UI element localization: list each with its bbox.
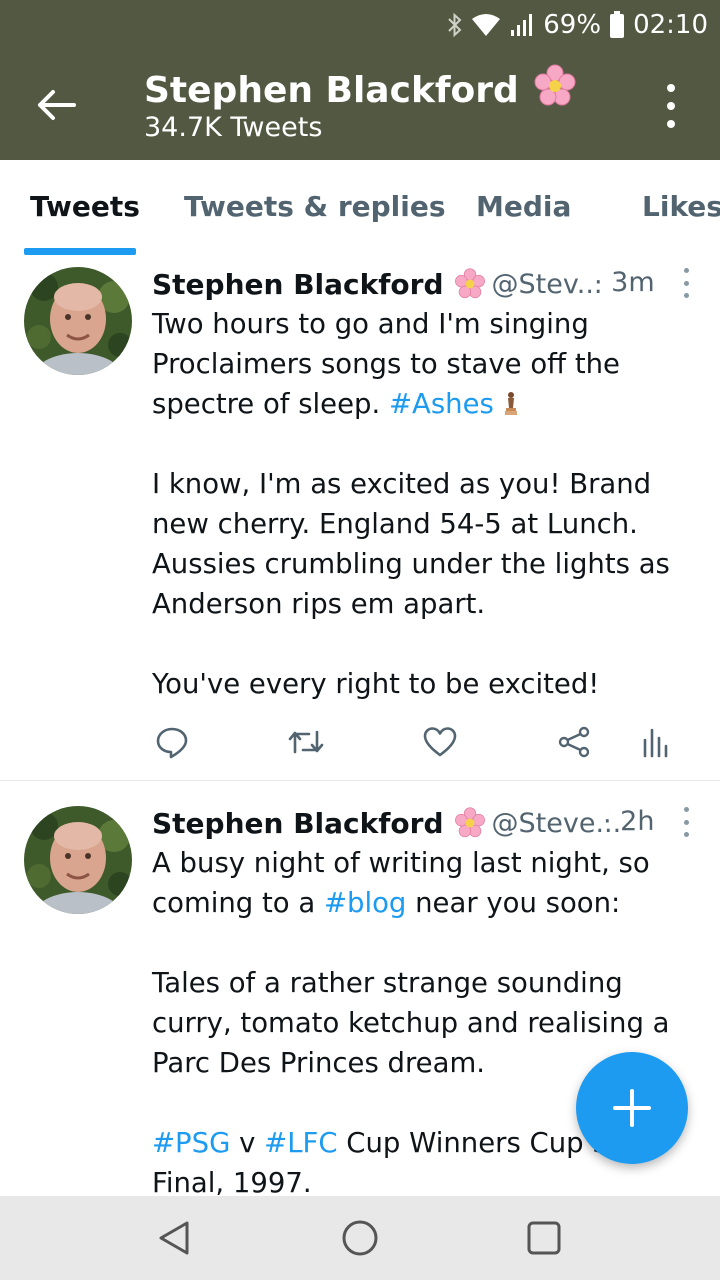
tab-media[interactable]: Media — [476, 190, 571, 223]
share-button[interactable] — [554, 722, 594, 762]
tweet-options-button[interactable] — [682, 268, 690, 298]
tweet-author-handle[interactable]: @Steve... — [492, 808, 622, 839]
avatar[interactable] — [24, 267, 132, 375]
status-bar: 69% 02:10 — [0, 0, 720, 50]
reply-icon — [156, 727, 188, 759]
tweet-text-line: v — [230, 1127, 265, 1159]
tweet-author-name[interactable]: Stephen Blackford — [152, 268, 444, 301]
profile-tabs: Tweets Tweets & replies Media Likes — [0, 160, 720, 257]
avatar[interactable] — [24, 806, 132, 914]
tweet-text-line: I know, I'm as excited as you! Brand new… — [152, 468, 670, 620]
cherry-blossom-icon — [533, 64, 577, 117]
tweet-header: Stephen Blackford @Stev... — [152, 264, 602, 304]
hashtag-link[interactable]: #PSG — [152, 1127, 230, 1159]
tweet-actions — [152, 722, 692, 762]
tweet[interactable]: Stephen Blackford @Stev... · 3m Two hour… — [0, 256, 720, 780]
signal-icon — [509, 13, 535, 37]
triangle-back-icon — [159, 1221, 189, 1255]
square-recents-icon — [527, 1221, 561, 1255]
tweet-timestamp[interactable]: · 3m — [594, 267, 655, 298]
cherry-blossom-icon — [454, 268, 486, 300]
circle-home-icon — [342, 1220, 378, 1256]
tweet-options-button[interactable] — [682, 807, 690, 837]
tweet-header: Stephen Blackford @Steve... — [152, 803, 621, 843]
ashes-urn-icon — [503, 388, 519, 420]
tweet-text-line: near you soon: — [406, 887, 621, 919]
battery-icon — [609, 11, 625, 39]
tweet-count: 34.7K Tweets — [144, 112, 323, 143]
tab-likes[interactable]: Likes — [642, 190, 720, 223]
retweet-icon — [288, 730, 324, 754]
system-navigation-bar — [0, 1196, 720, 1280]
retweet-button[interactable] — [286, 722, 326, 762]
back-arrow-icon — [38, 90, 76, 120]
nav-recents-button[interactable] — [522, 1216, 566, 1260]
analytics-icon — [643, 728, 668, 758]
share-icon — [558, 726, 590, 758]
page-title: Stephen Blackford — [144, 64, 577, 117]
tweet-author-name[interactable]: Stephen Blackford — [152, 807, 444, 840]
active-tab-indicator — [24, 248, 136, 255]
hashtag-link[interactable]: #blog — [324, 887, 406, 919]
profile-name: Stephen Blackford — [144, 70, 519, 111]
nav-home-button[interactable] — [338, 1216, 382, 1260]
analytics-button[interactable] — [634, 722, 674, 762]
hashtag-link[interactable]: #LFC — [264, 1127, 337, 1159]
tab-tweets-and-replies[interactable]: Tweets & replies — [184, 190, 446, 223]
tweet-author-handle[interactable]: @Stev... — [492, 269, 603, 300]
plus-icon — [613, 1089, 651, 1127]
tweet-text-line: Two hours to go and I'm singing Proclaim… — [152, 308, 620, 420]
battery-percent: 69% — [543, 10, 602, 40]
nav-back-button[interactable] — [152, 1216, 196, 1260]
back-button[interactable] — [30, 84, 82, 126]
cherry-blossom-icon — [454, 807, 486, 839]
more-options-button[interactable] — [656, 84, 686, 128]
wifi-icon — [471, 13, 501, 37]
clock: 02:10 — [633, 10, 708, 40]
heart-icon — [423, 727, 457, 757]
profile-header: Stephen Blackford 34.7K Tweets — [0, 50, 720, 160]
tweet-timestamp[interactable]: · 2h — [603, 806, 654, 837]
tweet-text: Two hours to go and I'm singing Proclaim… — [152, 304, 702, 704]
hashtag-link[interactable]: #Ashes — [389, 388, 494, 420]
tab-tweets[interactable]: Tweets — [30, 190, 140, 223]
compose-tweet-button[interactable] — [576, 1052, 688, 1164]
like-button[interactable] — [420, 722, 460, 762]
tweet-text-line: You've every right to be excited! — [152, 668, 600, 700]
bluetooth-icon — [447, 12, 463, 38]
reply-button[interactable] — [152, 722, 192, 762]
